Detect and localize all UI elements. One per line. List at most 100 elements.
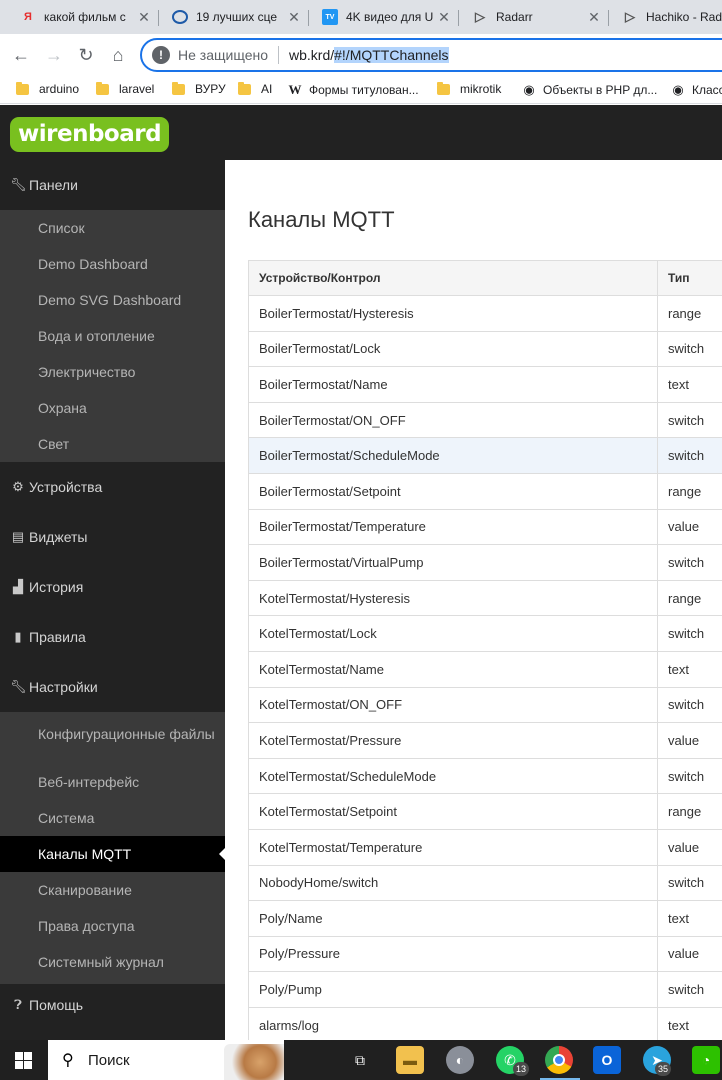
home-icon[interactable]: ⌂ bbox=[105, 42, 131, 68]
channel-type-cell: text bbox=[657, 366, 722, 403]
folder-icon bbox=[172, 81, 185, 95]
table-row[interactable]: BoilerTermostat/ScheduleMode switch bbox=[248, 437, 722, 474]
bookmark-folder[interactable]: AI bbox=[238, 81, 272, 96]
table-row[interactable]: BoilerTermostat/Setpoint range bbox=[248, 472, 722, 510]
table-row[interactable]: KotelTermostat/Pressure value bbox=[248, 722, 722, 759]
channel-type-cell: switch bbox=[657, 864, 722, 902]
yandex-icon: Я bbox=[24, 11, 32, 23]
table-row[interactable]: BoilerTermostat/VirtualPump switch bbox=[248, 544, 722, 581]
settings-submenu: Конфигурационные файлы Веб-интерфейс Сис… bbox=[0, 712, 225, 984]
table-row[interactable]: Poly/Pump switch bbox=[248, 971, 722, 1008]
close-icon[interactable]: ✕ bbox=[286, 9, 302, 26]
channel-type-cell: value bbox=[657, 508, 722, 546]
sidebar-item-water-heating[interactable]: Вода и отопление bbox=[0, 318, 225, 354]
sidebar-item-web-ui[interactable]: Веб-интерфейс bbox=[0, 764, 225, 800]
browser-tab[interactable]: ▷ Hachiko - Rada bbox=[610, 0, 722, 34]
browser-tab[interactable]: ▷ Radarr ✕ bbox=[460, 0, 608, 34]
channel-name-cell: BoilerTermostat/Temperature bbox=[248, 508, 658, 546]
app-icon[interactable]: ◐ bbox=[446, 1046, 474, 1074]
outlook-icon[interactable]: O bbox=[593, 1046, 621, 1074]
table-row[interactable]: KotelTermostat/Lock switch bbox=[248, 615, 722, 652]
sidebar-item-demo-dashboard[interactable]: Demo Dashboard bbox=[0, 246, 225, 282]
browser-tab[interactable]: TV 4K видео для U ✕ bbox=[310, 0, 458, 34]
browser-tab[interactable]: 19 лучших сце ✕ bbox=[160, 0, 308, 34]
wechat-icon[interactable]: ◔ bbox=[692, 1046, 720, 1074]
sidebar-section-settings[interactable]: 🔧︎ Настройки bbox=[0, 662, 225, 712]
table-row[interactable]: KotelTermostat/Name text bbox=[248, 650, 722, 688]
close-icon[interactable]: ✕ bbox=[436, 9, 452, 26]
sidebar-item-scanning[interactable]: Сканирование bbox=[0, 872, 225, 908]
url-path[interactable]: #!/MQTTChannels bbox=[334, 47, 449, 63]
table-row[interactable]: KotelTermostat/Temperature value bbox=[248, 828, 722, 866]
table-row[interactable]: alarms/log text bbox=[248, 1006, 722, 1044]
close-icon[interactable]: ✕ bbox=[586, 9, 602, 26]
table-row[interactable]: BoilerTermostat/Temperature value bbox=[248, 508, 722, 546]
browser-toolbar: ← → ↻ ⌂ ! Не защищено wb.krd/ #!/MQTTCha… bbox=[0, 34, 722, 76]
bookmark-folder[interactable]: laravel bbox=[96, 81, 155, 96]
bookmark-link[interactable]: ◉ Объекты в PHP дл... bbox=[521, 82, 657, 98]
channel-type-cell: range bbox=[657, 579, 722, 617]
back-arrow-icon[interactable]: ← bbox=[8, 42, 34, 68]
sidebar-section-devices[interactable]: ⚙ Устройства bbox=[0, 462, 225, 512]
sidebar-item-security[interactable]: Охрана bbox=[0, 390, 225, 426]
sidebar-item-access-rights[interactable]: Права доступа bbox=[0, 908, 225, 944]
sidebar-item-system-log[interactable]: Системный журнал bbox=[0, 944, 225, 980]
channel-name-cell: BoilerTermostat/Lock bbox=[248, 330, 658, 368]
wrench-icon: 🔧︎ bbox=[10, 679, 27, 694]
table-row[interactable]: KotelTermostat/ON_OFF switch bbox=[248, 686, 722, 724]
table-row[interactable]: KotelTermostat/Hysteresis range bbox=[248, 579, 722, 617]
sidebar-section-rules[interactable]: ▮ Правила bbox=[0, 612, 225, 662]
tab-title: 4K видео для U bbox=[346, 10, 434, 24]
sidebar-section-panels[interactable]: 🔧︎ Панели bbox=[0, 160, 225, 210]
browser-tab-strip: Я какой фильм с ✕ 19 лучших сце ✕ TV 4K … bbox=[0, 0, 722, 34]
channel-type-cell: switch bbox=[657, 686, 722, 724]
bookmark-folder[interactable]: mikrotik bbox=[437, 81, 501, 96]
table-row[interactable]: Poly/Pressure value bbox=[248, 935, 722, 973]
sidebar-item-list[interactable]: Список bbox=[0, 210, 225, 246]
windows-start-icon[interactable] bbox=[15, 1052, 32, 1069]
browser-tab[interactable]: Я какой фильм с ✕ bbox=[8, 0, 158, 34]
gear-icon: ⚙ bbox=[12, 479, 24, 494]
sidebar-section-widgets[interactable]: ▤ Виджеты bbox=[0, 512, 225, 562]
bookmark-link[interactable]: ◉ Класс bbox=[670, 82, 722, 98]
taskbar-search[interactable]: ⚲ Поиск bbox=[48, 1040, 284, 1080]
sidebar-section-history[interactable]: ▟ История bbox=[0, 562, 225, 612]
url-host[interactable]: wb.krd/ bbox=[289, 47, 334, 63]
bookmark-folder[interactable]: ВУРУ bbox=[172, 81, 226, 96]
sidebar-section-label: Виджеты bbox=[29, 529, 88, 545]
wikipedia-icon: W bbox=[288, 82, 302, 97]
table-row[interactable]: BoilerTermostat/ON_OFF switch bbox=[248, 401, 722, 439]
task-view-icon[interactable]: ⧉ bbox=[346, 1046, 374, 1074]
close-icon[interactable]: ✕ bbox=[136, 9, 152, 26]
table-row[interactable]: BoilerTermostat/Hysteresis range bbox=[248, 295, 722, 332]
sidebar-item-demo-svg-dashboard[interactable]: Demo SVG Dashboard bbox=[0, 282, 225, 318]
sidebar-item-mqtt-channels[interactable]: Каналы MQTT bbox=[0, 836, 225, 872]
reload-icon[interactable]: ↻ bbox=[73, 42, 99, 68]
table-row[interactable]: KotelTermostat/Setpoint range bbox=[248, 793, 722, 830]
folder-icon bbox=[437, 81, 450, 95]
sidebar: 🔧︎ Панели Список Demo Dashboard Demo SVG… bbox=[0, 160, 225, 1040]
sidebar-item-config-files[interactable]: Конфигурационные файлы bbox=[0, 714, 225, 754]
table-row[interactable]: NobodyHome/switch switch bbox=[248, 864, 722, 902]
tab-separator bbox=[458, 10, 459, 26]
channel-name-cell: KotelTermostat/Setpoint bbox=[248, 793, 658, 830]
table-row[interactable]: KotelTermostat/ScheduleMode switch bbox=[248, 757, 722, 795]
forward-arrow-icon[interactable]: → bbox=[41, 42, 67, 68]
bookmark-link[interactable]: W Формы титулован... bbox=[287, 82, 419, 98]
warning-icon[interactable]: ! bbox=[152, 46, 170, 64]
sidebar-section-help[interactable]: ❓︎ Помощь bbox=[0, 980, 225, 1030]
sidebar-item-light[interactable]: Свет bbox=[0, 426, 225, 462]
sidebar-item-electricity[interactable]: Электричество bbox=[0, 354, 225, 390]
table-row[interactable]: BoilerTermostat/Lock switch bbox=[248, 330, 722, 368]
play-icon: ▷ bbox=[475, 9, 485, 24]
bookmark-folder[interactable]: arduino bbox=[16, 81, 79, 96]
bookmark-label: laravel bbox=[119, 82, 155, 96]
file-explorer-icon[interactable]: ▬ bbox=[396, 1046, 424, 1074]
security-label[interactable]: Не защищено bbox=[178, 47, 268, 63]
app-logo[interactable]: wirenboard bbox=[10, 117, 170, 152]
chrome-icon[interactable] bbox=[545, 1046, 573, 1074]
table-row[interactable]: Poly/Name text bbox=[248, 900, 722, 937]
address-bar[interactable]: ! Не защищено wb.krd/ #!/MQTTChannels bbox=[140, 38, 722, 72]
sidebar-item-system[interactable]: Система bbox=[0, 800, 225, 836]
table-row[interactable]: BoilerTermostat/Name text bbox=[248, 366, 722, 403]
